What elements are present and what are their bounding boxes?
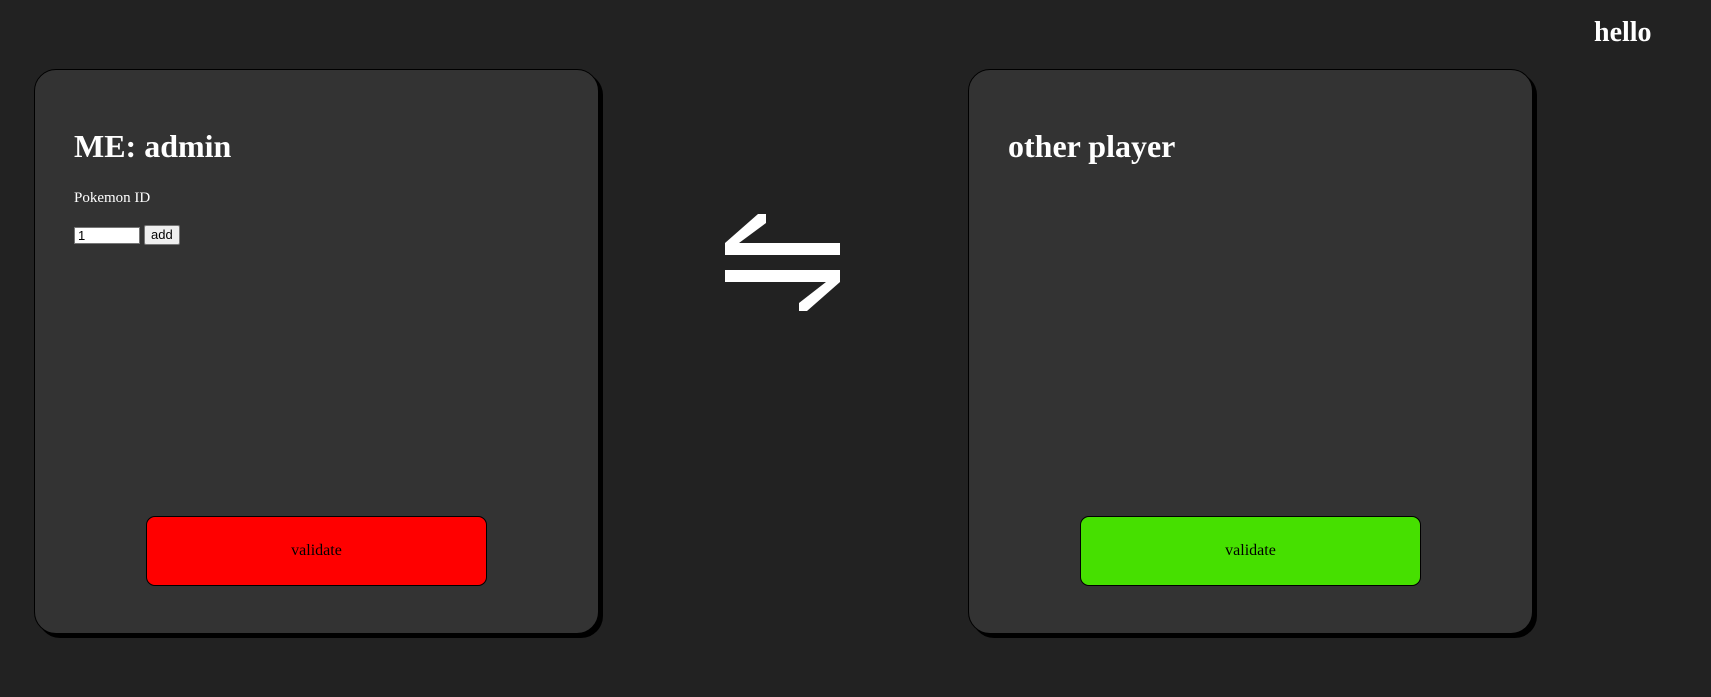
add-pokemon-form: add: [74, 225, 180, 245]
greeting-text: hello: [1594, 17, 1652, 48]
my-validate-button[interactable]: validate: [146, 516, 487, 586]
swap-arrows-icon: [725, 214, 840, 312]
pokemon-id-input[interactable]: [74, 226, 140, 244]
my-trade-panel: ME: admin Pokemon ID add validate: [34, 69, 599, 634]
my-player-title: ME: admin: [74, 128, 232, 164]
other-validate-button[interactable]: validate: [1080, 516, 1421, 586]
other-player-panel: other player validate: [968, 69, 1533, 634]
pokemon-id-label: Pokemon ID: [74, 190, 151, 206]
add-pokemon-button[interactable]: add: [144, 225, 180, 245]
other-player-title: other player: [1008, 128, 1176, 164]
